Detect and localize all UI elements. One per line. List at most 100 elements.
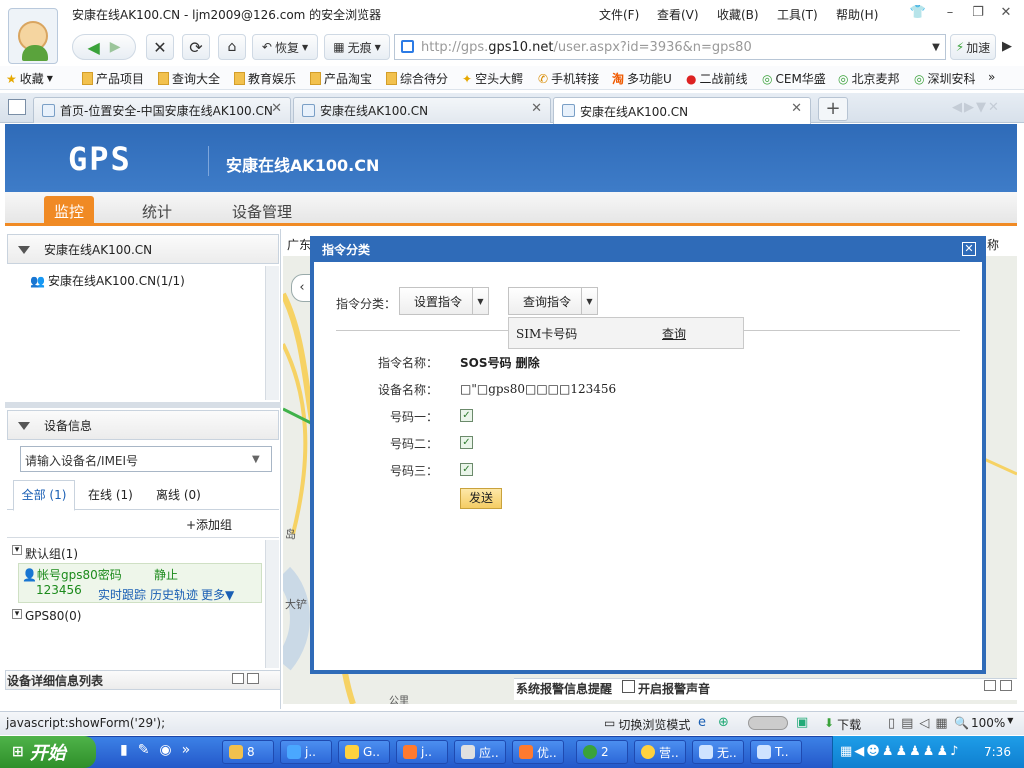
menu-favorites[interactable]: 收藏(B) xyxy=(717,6,759,23)
minimize-button[interactable]: – xyxy=(940,4,960,22)
task-button-7[interactable]: 2 xyxy=(576,740,628,764)
minimize-alarm-icon[interactable] xyxy=(984,680,996,691)
fav-item-9[interactable]: ● 二战前线 xyxy=(686,70,748,87)
collapse-icon[interactable] xyxy=(18,422,30,430)
favorites-menu[interactable]: ★ 收藏 ▼ xyxy=(6,70,53,87)
security-icon[interactable]: ⊕ xyxy=(718,715,729,730)
tree-item-ak100[interactable]: 👥 安康在线AK100.CN(1/1) xyxy=(30,272,185,289)
user-avatar[interactable] xyxy=(8,8,58,64)
filter-offline[interactable]: 离线 (0) xyxy=(156,486,201,503)
tab-home[interactable]: 首页-位置安全-中国安康在线AK100.CN ✕ xyxy=(33,97,291,123)
close-window-button[interactable]: ✕ xyxy=(996,4,1016,22)
task-button-3[interactable]: G.. xyxy=(338,740,390,764)
filter-online[interactable]: 在线 (1) xyxy=(88,486,133,503)
fav-item-6[interactable]: ✦ 空头大鳄 xyxy=(462,70,523,87)
collapse-group-icon[interactable]: ▾ xyxy=(12,609,22,619)
tab-ak100-1[interactable]: 安康在线AK100.CN ✕ xyxy=(293,97,551,123)
track-realtime-link[interactable]: 实时跟踪 xyxy=(98,586,146,603)
number-three-checkbox[interactable]: ✓ xyxy=(460,463,473,476)
device-name[interactable]: 👤帐号gps80密码 xyxy=(22,566,122,583)
fav-item-1[interactable]: 产品项目 xyxy=(82,70,144,87)
task-button-2[interactable]: j.. xyxy=(280,740,332,764)
accelerate-button[interactable]: ⚡ 加速 xyxy=(950,34,996,60)
fav-item-5[interactable]: 综合待分 xyxy=(386,70,448,87)
refresh-button[interactable]: ⟳ xyxy=(182,34,210,60)
nav-statistics[interactable]: 统计 xyxy=(132,196,182,226)
alarm-sound-checkbox[interactable] xyxy=(622,680,635,693)
device-panel-header[interactable]: 设备信息 xyxy=(7,410,279,440)
browse-mode-button[interactable]: ▭ 切换浏览模式 xyxy=(604,716,690,733)
history-track-link[interactable]: 历史轨迹 xyxy=(150,586,198,603)
menu-view[interactable]: 查看(V) xyxy=(657,6,699,23)
tab-ak100-2[interactable]: 安康在线AK100.CN ✕ xyxy=(553,97,811,124)
group-gps80[interactable]: ▾ GPS80(0) xyxy=(12,609,81,623)
fav-item-8[interactable]: 淘多功能U xyxy=(612,70,672,87)
start-button[interactable]: ⊞ 开始 xyxy=(0,736,96,768)
nav-device-management[interactable]: 设备管理 xyxy=(222,196,302,226)
status-tool-icons[interactable]: ▯▤◁▦ xyxy=(888,716,954,731)
close-tab-icon[interactable]: ✕ xyxy=(791,101,802,116)
query-command-select[interactable]: 查询指令 ▼ xyxy=(508,287,598,315)
sidebar-toggle-icon[interactable] xyxy=(8,99,26,115)
dropdown-item-sim[interactable]: SIM卡号码 xyxy=(516,325,577,342)
fav-item-10[interactable]: ◎ CEM华盛 xyxy=(762,70,826,87)
number-two-checkbox[interactable]: ✓ xyxy=(460,436,473,449)
fav-item-11[interactable]: ◎ 北京麦邦 xyxy=(838,70,900,87)
fav-item-4[interactable]: 产品淘宝 xyxy=(310,70,372,87)
group-default[interactable]: ▾ 默认组(1) xyxy=(12,545,78,562)
close-tab-icon[interactable]: ✕ xyxy=(271,101,282,116)
task-button-8[interactable]: 营.. xyxy=(634,740,686,764)
monitor-icon[interactable]: ▣ xyxy=(796,715,808,730)
tree-scrollbar[interactable] xyxy=(265,266,279,400)
download-button[interactable]: ⬇ 下载 xyxy=(824,716,861,733)
task-button-9[interactable]: 无.. xyxy=(692,740,744,764)
tree-panel-header[interactable]: 安康在线AK100.CN xyxy=(7,234,279,264)
fav-item-7[interactable]: ✆ 手机转接 xyxy=(538,70,599,87)
ie-icon[interactable]: e xyxy=(698,715,706,730)
stop-button[interactable]: ✕ xyxy=(146,34,174,60)
menu-file[interactable]: 文件(F) xyxy=(599,6,639,23)
filter-all[interactable]: 全部 (1) xyxy=(13,480,75,511)
task-button-6[interactable]: 优.. xyxy=(512,740,564,764)
new-tab-button[interactable]: + xyxy=(818,97,848,121)
task-button-5[interactable]: 应.. xyxy=(454,740,506,764)
restore-button[interactable]: ↶ 恢复 ▼ xyxy=(252,34,318,60)
collapse-group-icon[interactable]: ▾ xyxy=(12,545,22,555)
dropdown-query-link[interactable]: 查询 xyxy=(662,325,686,342)
restore-panel-icon[interactable] xyxy=(247,673,259,684)
no-trace-button[interactable]: ▦ 无痕 ▼ xyxy=(324,34,390,60)
back-forward-group[interactable]: ◀ ▶ xyxy=(72,34,136,60)
fav-item-2[interactable]: 查询大全 xyxy=(158,70,220,87)
forward-icon[interactable]: ▶ xyxy=(110,39,121,55)
restore-alarm-icon[interactable] xyxy=(1000,680,1012,691)
fav-item-3[interactable]: 教育娱乐 xyxy=(234,70,296,87)
minimize-panel-icon[interactable] xyxy=(232,673,244,684)
go-arrow-icon[interactable]: ▶ xyxy=(1002,39,1012,54)
add-group-link[interactable]: +添加组 xyxy=(186,516,232,533)
set-command-select[interactable]: 设置指令 ▼ xyxy=(399,287,489,315)
favorites-overflow-icon[interactable]: » xyxy=(988,70,995,84)
task-button-1[interactable]: 8 xyxy=(222,740,274,764)
device-scrollbar[interactable] xyxy=(265,540,279,668)
fav-item-12[interactable]: ◎ 深圳安科 xyxy=(914,70,976,87)
send-button[interactable]: 发送 xyxy=(460,488,502,509)
menu-tools[interactable]: 工具(T) xyxy=(777,6,818,23)
device-search-input[interactable]: 请输入设备名/IMEI号 xyxy=(20,446,272,472)
tab-scroll-controls[interactable]: ◀▶▼✕ xyxy=(952,100,1001,115)
address-dropdown-icon[interactable]: ▼ xyxy=(926,35,946,59)
task-button-10[interactable]: T.. xyxy=(750,740,802,764)
nav-monitor[interactable]: 监控 xyxy=(44,196,94,226)
address-bar[interactable]: http://gps.gps10.net/user.aspx?id=3936&n… xyxy=(394,34,946,60)
tray-icons[interactable]: ▦◀☻♟♟♟♟♟♪ xyxy=(840,744,960,759)
zoom-control[interactable]: 🔍 100% ▼ xyxy=(954,716,1013,730)
menu-help[interactable]: 帮助(H) xyxy=(836,6,878,23)
toggle-switch[interactable] xyxy=(748,716,788,730)
home-button[interactable]: ⌂ xyxy=(218,34,246,60)
quick-launch-icons[interactable]: ▮✎◉» xyxy=(120,742,200,758)
search-dropdown-icon[interactable]: ▼ xyxy=(252,454,260,465)
skin-icon[interactable]: 👕 xyxy=(908,4,928,22)
maximize-button[interactable]: ❐ xyxy=(968,4,988,22)
collapse-icon[interactable] xyxy=(18,246,30,254)
panel-splitter[interactable] xyxy=(5,402,281,408)
number-one-checkbox[interactable]: ✓ xyxy=(460,409,473,422)
